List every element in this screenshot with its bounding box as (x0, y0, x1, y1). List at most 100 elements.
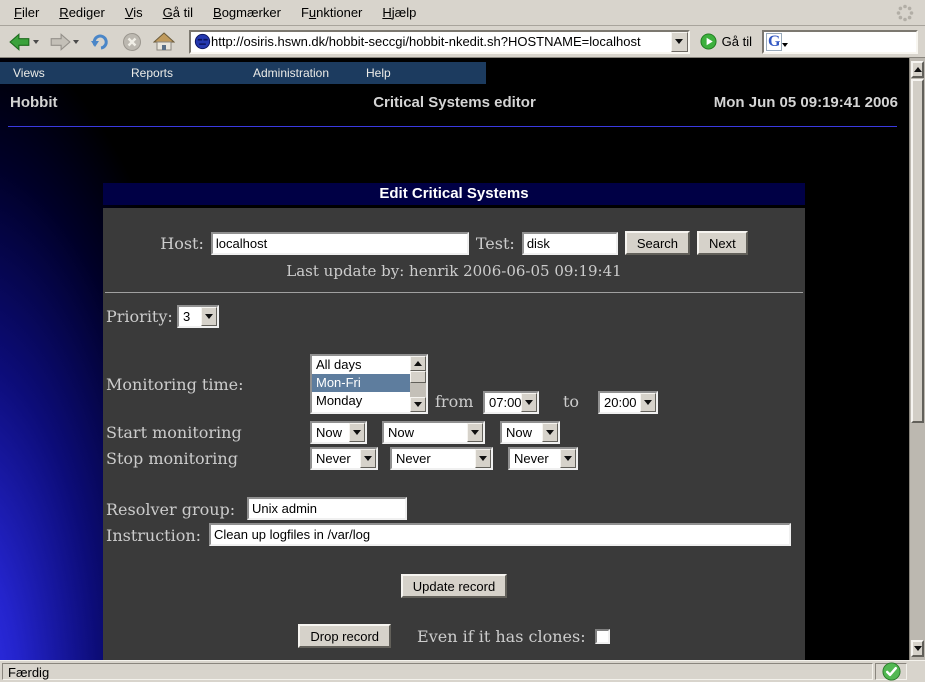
host-test-row: Host: Test: Search Next (103, 231, 805, 255)
header-divider (8, 126, 897, 127)
listbox-scroll-down-button[interactable] (410, 397, 426, 412)
host-label: Host: (160, 234, 204, 253)
menu-view[interactable]: Vis (115, 2, 153, 23)
reload-icon (89, 31, 111, 53)
clones-checkbox[interactable] (595, 629, 610, 644)
chevron-down-icon (475, 449, 491, 468)
scroll-thumb[interactable] (911, 79, 924, 423)
menu-help[interactable]: Hjælp (372, 2, 426, 23)
from-time-select[interactable]: 07:00 (483, 391, 539, 414)
to-time-select[interactable]: 20:00 (598, 391, 658, 414)
drop-record-button[interactable]: Drop record (298, 624, 391, 648)
search-engine-caret[interactable] (782, 43, 788, 47)
host-input[interactable] (211, 232, 469, 255)
start-select-3[interactable]: Now (500, 421, 560, 444)
instruction-label: Instruction: (106, 526, 201, 545)
priority-select[interactable]: 3 (177, 305, 219, 328)
chevron-down-icon (521, 393, 537, 412)
browser-window: Filer Rediger Vis Gå til Bogmærker Funkt… (0, 0, 925, 682)
menu-bar: Filer Rediger Vis Gå til Bogmærker Funkt… (0, 0, 925, 26)
home-icon (153, 31, 175, 53)
stop-select-3[interactable]: Never (508, 447, 578, 470)
reload-button[interactable] (85, 28, 115, 56)
update-record-button[interactable]: Update record (401, 574, 507, 598)
next-button[interactable]: Next (697, 231, 748, 255)
navigation-toolbar: Gå til G (0, 26, 925, 58)
status-icon-cell[interactable] (875, 663, 907, 680)
go-icon (700, 33, 717, 50)
stop-select-2[interactable]: Never (390, 447, 493, 470)
resize-corner (909, 663, 923, 680)
forward-arrow-icon (49, 31, 71, 53)
chevron-down-icon (201, 307, 217, 326)
start-select-2[interactable]: Now (382, 421, 485, 444)
menu-bookmarks[interactable]: Bogmærker (203, 2, 291, 23)
listbox-scrollbar[interactable] (410, 356, 426, 412)
nav-help[interactable]: Help (366, 66, 391, 80)
panel-title: Edit Critical Systems (103, 183, 805, 205)
resolver-group-label: Resolver group: (106, 500, 235, 519)
scroll-down-button[interactable] (911, 640, 924, 657)
instruction-input[interactable] (209, 523, 791, 546)
menu-go[interactable]: Gå til (153, 2, 203, 23)
start-select-1[interactable]: Now (310, 421, 367, 444)
search-button[interactable]: Search (625, 231, 690, 255)
home-button[interactable] (149, 28, 179, 56)
menu-tools[interactable]: Funktioner (291, 2, 372, 23)
url-input[interactable] (211, 33, 671, 51)
chevron-down-icon (560, 449, 576, 468)
go-label: Gå til (722, 34, 752, 49)
address-bar (189, 30, 690, 54)
stop-monitoring-label: Stop monitoring (106, 449, 238, 468)
stop-button[interactable] (117, 28, 147, 56)
nav-administration[interactable]: Administration (253, 66, 329, 80)
page-globe-icon (194, 33, 211, 50)
listbox-scroll-thumb[interactable] (410, 371, 426, 383)
chevron-down-icon (349, 423, 365, 442)
url-dropdown-button[interactable] (671, 32, 688, 52)
nav-views[interactable]: Views (13, 66, 45, 80)
back-arrow-icon (9, 31, 31, 53)
back-history-caret (33, 40, 39, 44)
status-text: Færdig (2, 663, 873, 680)
listbox-option-selected[interactable]: Mon-Fri (312, 374, 410, 392)
test-input[interactable] (522, 232, 618, 255)
back-button[interactable] (5, 28, 43, 56)
stop-select-1[interactable]: Never (310, 447, 378, 470)
listbox-option[interactable]: All days (312, 356, 410, 374)
nav-reports[interactable]: Reports (131, 66, 173, 80)
green-check-icon (882, 662, 901, 681)
chevron-down-icon (542, 423, 558, 442)
start-monitoring-label: Start monitoring (106, 423, 242, 442)
go-button[interactable]: Gå til (692, 33, 760, 50)
edit-form-panel: Host: Test: Search Next Last update by: … (103, 208, 805, 660)
menu-file[interactable]: Filer (4, 2, 49, 23)
forward-history-caret (73, 40, 79, 44)
priority-label: Priority: (106, 307, 173, 326)
page-header: Hobbit Critical Systems editor Mon Jun 0… (0, 94, 909, 114)
drop-row: Drop record Even if it has clones: (103, 624, 805, 648)
stop-icon (121, 31, 143, 53)
menu-edit[interactable]: Rediger (49, 2, 115, 23)
clones-label: Even if it has clones: (417, 627, 586, 646)
update-row: Update record (103, 574, 805, 598)
search-box: G (762, 30, 918, 54)
resolver-group-input[interactable] (247, 497, 407, 520)
chevron-down-icon (360, 449, 376, 468)
from-label: from (435, 392, 473, 411)
page-viewport: Views Reports Administration Help Hobbit… (0, 58, 909, 660)
google-logo-icon: G (766, 33, 782, 51)
chevron-down-icon (467, 423, 483, 442)
web-search-input[interactable] (790, 34, 914, 50)
vertical-scrollbar[interactable] (909, 58, 925, 660)
chevron-down-icon (640, 393, 656, 412)
forward-button[interactable] (45, 28, 83, 56)
listbox-scroll-up-button[interactable] (410, 356, 426, 371)
status-bar: Færdig (0, 660, 925, 682)
throbber-icon (895, 3, 915, 23)
scroll-up-button[interactable] (911, 61, 924, 78)
last-update-text: Last update by: henrik 2006-06-05 09:19:… (103, 262, 805, 280)
monitoring-time-listbox[interactable]: All days Mon-Fri Monday (310, 354, 428, 414)
listbox-option[interactable]: Monday (312, 392, 410, 410)
page-timestamp: Mon Jun 05 09:19:41 2006 (714, 94, 898, 111)
